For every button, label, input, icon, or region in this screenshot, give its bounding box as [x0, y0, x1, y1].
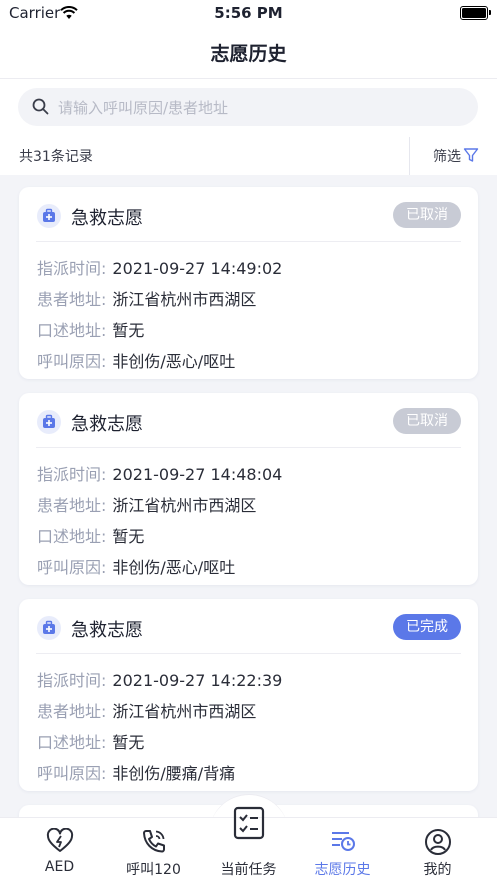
medical-kit-icon	[37, 616, 61, 640]
search-icon	[32, 98, 49, 119]
record-card[interactable]: 急救志愿 已取消 指派时间: 2021-09-27 14:48:04 患者地址: 浙…	[19, 393, 478, 585]
oral-address-row: 口述地址: 暂无	[37, 729, 144, 753]
page-title: 志愿历史	[210, 43, 287, 65]
divider	[36, 653, 461, 654]
call-reason-label: 呼叫原因:	[37, 558, 107, 577]
tab-label: AED	[44, 859, 75, 875]
card-header: 急救志愿 已取消	[19, 187, 478, 241]
call-reason-value: 非创伤/恶心/呕吐	[112, 352, 236, 371]
patient-address-value: 浙江省杭州市西湖区	[112, 290, 257, 309]
call-reason-row: 呼叫原因: 非创伤/腰痛/背痛	[37, 760, 235, 784]
dispatch-time-label: 指派时间:	[37, 671, 107, 690]
phone-call-icon	[140, 828, 168, 858]
dispatch-time-label: 指派时间:	[37, 259, 107, 278]
card-title: 急救志愿	[71, 208, 143, 229]
oral-address-row: 口述地址: 暂无	[37, 523, 144, 547]
call-reason-row: 呼叫原因: 非创伤/恶心/呕吐	[37, 554, 235, 578]
card-title: 急救志愿	[71, 414, 143, 435]
medical-kit-icon	[37, 204, 61, 228]
oral-address-value: 暂无	[112, 733, 145, 752]
oral-address-label: 口述地址:	[37, 527, 107, 546]
patient-address-row: 患者地址: 浙江省杭州市西湖区	[37, 286, 256, 310]
medical-kit-icon	[37, 410, 61, 434]
divider	[36, 241, 461, 242]
divider	[409, 137, 410, 175]
patient-address-value: 浙江省杭州市西湖区	[112, 496, 257, 515]
oral-address-value: 暂无	[112, 321, 145, 340]
patient-address-value: 浙江省杭州市西湖区	[112, 702, 257, 721]
record-card[interactable]: 急救志愿 已完成 指派时间: 2021-09-27 14:22:39 患者地址: 浙…	[19, 599, 478, 791]
tab-label: 呼叫120	[126, 862, 181, 878]
dispatch-time-row: 指派时间: 2021-09-27 14:48:04	[37, 461, 282, 485]
card-header: 急救志愿 已完成	[19, 599, 478, 653]
oral-address-value: 暂无	[112, 527, 145, 546]
dispatch-time-label: 指派时间:	[37, 465, 107, 484]
tab-mine[interactable]: 我的	[388, 818, 487, 884]
record-card[interactable]: 急救志愿 已取消 指派时间: 2021-09-27 14:49:02 患者地址: 浙…	[19, 187, 478, 379]
patient-address-label: 患者地址:	[37, 702, 107, 721]
card-header: 急救志愿 已取消	[19, 393, 478, 447]
filter-icon[interactable]	[463, 147, 479, 167]
history-list-icon	[329, 828, 357, 858]
filter-button[interactable]: 筛选	[433, 146, 461, 166]
tab-label: 当前任务	[220, 862, 277, 878]
tab-call-120[interactable]: 呼叫120	[104, 818, 203, 884]
tab-label: 我的	[423, 862, 452, 878]
profile-icon	[424, 828, 452, 860]
oral-address-label: 口述地址:	[37, 321, 107, 340]
tab-bar: AED 呼叫120 当前任务 志愿历史 我的	[0, 806, 497, 884]
patient-address-label: 患者地址:	[37, 496, 107, 515]
dispatch-time-row: 指派时间: 2021-09-27 14:49:02	[37, 255, 282, 279]
search-placeholder: 请输入呼叫原因/患者地址	[58, 99, 229, 117]
tab-volunteer-history[interactable]: 志愿历史	[293, 818, 392, 884]
dispatch-time-value: 2021-09-27 14:22:39	[112, 671, 283, 690]
search-area: 请输入呼叫原因/患者地址 共31条记录 筛选	[0, 79, 497, 175]
task-list-icon	[233, 806, 265, 844]
tab-aed[interactable]: AED	[10, 818, 109, 884]
call-reason-value: 非创伤/腰痛/背痛	[112, 764, 236, 783]
patient-address-label: 患者地址:	[37, 290, 107, 309]
patient-address-row: 患者地址: 浙江省杭州市西湖区	[37, 698, 256, 722]
status-badge: 已取消	[393, 202, 461, 228]
nav-bar: 志愿历史	[0, 26, 497, 79]
search-input[interactable]: 请输入呼叫原因/患者地址	[18, 88, 478, 126]
record-count: 共31条记录	[19, 149, 93, 165]
status-badge: 已取消	[393, 408, 461, 434]
dispatch-time-value: 2021-09-27 14:48:04	[112, 465, 283, 484]
call-reason-row: 呼叫原因: 非创伤/恶心/呕吐	[37, 348, 235, 372]
patient-address-row: 患者地址: 浙江省杭州市西湖区	[37, 492, 256, 516]
status-bar: Carrier 5:56 PM	[0, 0, 497, 26]
call-reason-value: 非创伤/恶心/呕吐	[112, 558, 236, 577]
call-reason-label: 呼叫原因:	[37, 352, 107, 371]
oral-address-label: 口述地址:	[37, 733, 107, 752]
divider	[36, 447, 461, 448]
battery-icon	[460, 6, 491, 20]
card-title: 急救志愿	[71, 620, 143, 641]
status-badge: 已完成	[393, 614, 461, 640]
heart-pulse-icon	[46, 827, 74, 858]
dispatch-time-row: 指派时间: 2021-09-27 14:22:39	[37, 667, 282, 691]
call-reason-label: 呼叫原因:	[37, 764, 107, 783]
tab-current-task[interactable]: 当前任务	[199, 806, 298, 884]
tab-label: 志愿历史	[314, 862, 371, 878]
summary-row: 共31条记录 筛选	[0, 137, 497, 175]
dispatch-time-value: 2021-09-27 14:49:02	[112, 259, 283, 278]
clock: 5:56 PM	[214, 4, 283, 22]
oral-address-row: 口述地址: 暂无	[37, 317, 144, 341]
